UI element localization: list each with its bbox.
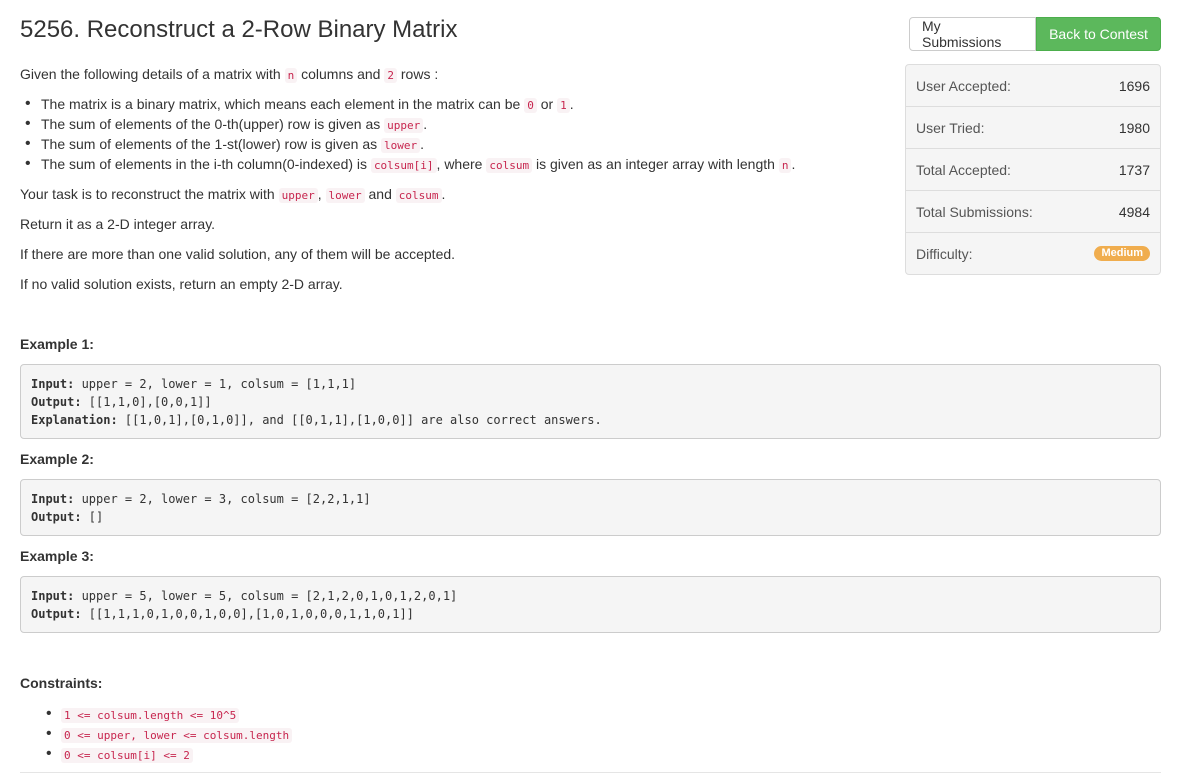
inline-code: 0 <= upper, lower <= colsum.length [61, 728, 293, 743]
explanation-label: Explanation: [31, 413, 118, 427]
example-1-title: Example 1: [20, 336, 94, 352]
text: . [569, 96, 574, 112]
text: columns and [297, 66, 385, 82]
inline-code: lower [381, 138, 421, 153]
explanation-text: [[1,0,1],[0,1,0]], and [[0,1,1],[1,0,0]]… [117, 413, 602, 427]
inline-code: 0 <= colsum[i] <= 2 [61, 748, 193, 763]
input-text: upper = 5, lower = 5, colsum = [2,1,2,0,… [74, 589, 458, 603]
text: Given the following details of a matrix … [20, 66, 285, 82]
text: The sum of elements of the 1-st(lower) r… [41, 136, 382, 152]
difficulty-badge: Medium [1094, 246, 1150, 261]
text: , where [436, 156, 487, 172]
stat-label: Difficulty: [916, 245, 973, 262]
stat-label: Total Accepted: [916, 161, 1011, 178]
example-2-title: Example 2: [20, 451, 94, 467]
details-list: The matrix is a binary matrix, which mea… [20, 94, 795, 174]
text: . [441, 186, 446, 202]
inline-code: upper [278, 188, 318, 203]
text: . [791, 156, 796, 172]
input-text: upper = 2, lower = 1, colsum = [1,1,1] [74, 377, 357, 391]
text: The sum of elements of the 0-th(upper) r… [41, 116, 385, 132]
input-label: Input: [31, 492, 75, 506]
back-to-contest-button[interactable]: Back to Contest [1036, 17, 1161, 51]
inline-code: upper [384, 118, 424, 133]
input-label: Input: [31, 589, 75, 603]
inline-code: 1 [557, 98, 570, 113]
stat-label: Total Submissions: [916, 203, 1033, 220]
task-paragraph: Your task is to reconstruct the matrix w… [20, 184, 445, 206]
inline-code: 2 [384, 68, 397, 83]
stat-value: 1737 [1118, 161, 1150, 178]
constraint-item: 0 <= upper, lower <= colsum.length [20, 724, 293, 744]
constraints-title: Constraints: [20, 675, 103, 691]
text: The sum of elements in the i-th column(0… [41, 156, 371, 172]
inline-code: colsum [486, 158, 533, 173]
text: , [317, 186, 326, 202]
stat-user-accepted: User Accepted: 1696 [906, 65, 1160, 106]
output-text: [[1,1,0],[0,0,1]] [81, 395, 212, 409]
output-label: Output: [31, 395, 82, 409]
stat-value: 4984 [1118, 203, 1150, 220]
stat-difficulty: Difficulty: Medium [906, 232, 1160, 274]
text: . [420, 136, 425, 152]
constraints-list: 1 <= colsum.length <= 10^5 0 <= upper, l… [20, 704, 293, 764]
example-1-block: Input: upper = 2, lower = 1, colsum = [1… [20, 364, 1161, 439]
output-label: Output: [31, 607, 82, 621]
list-item: The matrix is a binary matrix, which mea… [20, 94, 795, 114]
return-paragraph: Return it as a 2-D integer array. [20, 216, 216, 232]
stats-panel: User Accepted: 1696 User Tried: 1980 Tot… [905, 64, 1161, 275]
example-3-block: Input: upper = 5, lower = 5, colsum = [2… [20, 576, 1161, 633]
input-label: Input: [31, 377, 75, 391]
constraint-item: 0 <= colsum[i] <= 2 [20, 744, 292, 764]
divider [20, 772, 1161, 773]
output-text: [[1,1,1,0,1,0,0,1,0,0],[1,0,1,0,0,0,1,1,… [81, 607, 414, 621]
list-item: The sum of elements of the 0-th(upper) r… [20, 114, 795, 134]
page-title: 5256. Reconstruct a 2-Row Binary Matrix [20, 16, 458, 43]
stat-total-submissions: Total Submissions: 4984 [906, 190, 1160, 232]
text: is given as an integer array with length [532, 156, 779, 172]
no-solution-paragraph: If no valid solution exists, return an e… [20, 276, 343, 292]
text: or [536, 96, 558, 112]
inline-code: n [778, 158, 792, 173]
stat-label: User Tried: [916, 119, 985, 136]
output-label: Output: [31, 510, 82, 524]
inline-code: n [284, 68, 298, 83]
list-item: The sum of elements in the i-th column(0… [20, 154, 795, 174]
inline-code: colsum [395, 188, 442, 203]
header-button-group: My Submissions Back to Contest [909, 17, 1161, 51]
stat-total-accepted: Total Accepted: 1737 [906, 148, 1160, 190]
list-item: The sum of elements of the 1-st(lower) r… [20, 134, 795, 154]
intro-paragraph: Given the following details of a matrix … [20, 64, 438, 86]
text: rows : [397, 66, 439, 82]
example-2-block: Input: upper = 2, lower = 3, colsum = [2… [20, 479, 1161, 536]
output-text: [] [81, 510, 104, 524]
stat-user-tried: User Tried: 1980 [906, 106, 1160, 148]
text: Your task is to reconstruct the matrix w… [20, 186, 279, 202]
stat-value: 1696 [1118, 77, 1150, 94]
stat-label: User Accepted: [916, 77, 1011, 94]
inline-code: colsum[i] [370, 158, 437, 173]
stat-value: 1980 [1118, 119, 1150, 136]
multiple-solutions-paragraph: If there are more than one valid solutio… [20, 246, 456, 262]
my-submissions-button[interactable]: My Submissions [909, 17, 1036, 51]
inline-code: 0 [524, 98, 537, 113]
inline-code: lower [325, 188, 365, 203]
inline-code: 1 <= colsum.length <= 10^5 [61, 708, 240, 723]
text: and [364, 186, 396, 202]
input-text: upper = 2, lower = 3, colsum = [2,2,1,1] [74, 492, 371, 506]
text: . [423, 116, 428, 132]
text: The matrix is a binary matrix, which mea… [41, 96, 525, 112]
constraint-item: 1 <= colsum.length <= 10^5 [20, 704, 292, 724]
example-3-title: Example 3: [20, 548, 94, 564]
